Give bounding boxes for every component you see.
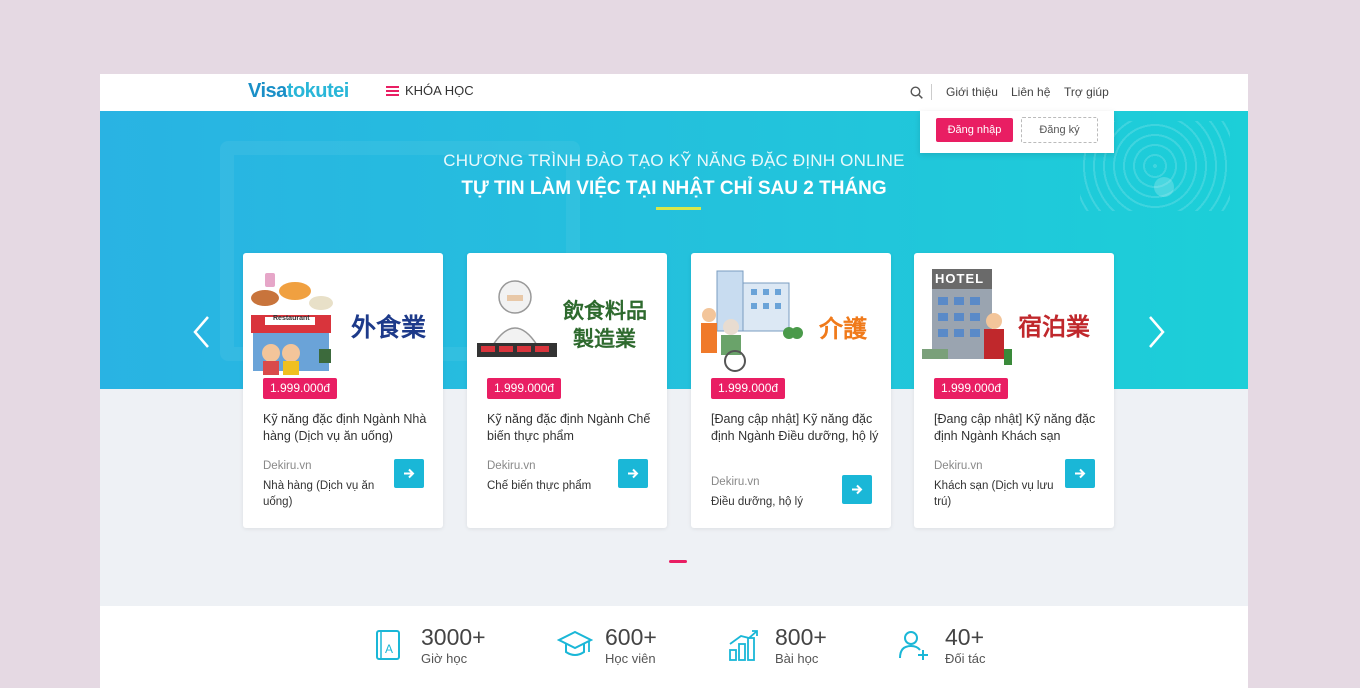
nav-about-link[interactable]: Giới thiệu <box>946 85 998 99</box>
card-image-text: 介護 <box>819 315 867 343</box>
nav-help-link[interactable]: Trợ giúp <box>1064 85 1109 99</box>
course-provider: Dekiru.vn <box>711 476 760 488</box>
auth-dropdown: Đăng nhập Đăng ký <box>920 111 1114 153</box>
course-category: Điều dưỡng, hộ lý <box>711 496 803 508</box>
course-card[interactable]: HOTEL 宿泊業 1.999.000đ [Đang cập nhật] Kỹ … <box>914 253 1114 528</box>
course-provider: Dekiru.vn <box>487 460 536 472</box>
card-image-text: 宿泊業 <box>1018 313 1090 341</box>
course-go-button[interactable] <box>394 459 424 488</box>
stat-label: Giờ học <box>421 651 468 666</box>
add-user-icon <box>899 631 928 660</box>
course-title[interactable]: [Đang cập nhật] Kỹ năng đặc định Ngành Đ… <box>711 411 879 445</box>
carousel-next-arrow[interactable] <box>1146 314 1166 350</box>
carousel-indicator-dot[interactable] <box>669 560 687 563</box>
course-go-button[interactable] <box>618 459 648 488</box>
course-card[interactable]: 介護 1.999.000đ [Đang cập nhật] Kỹ năng đặ… <box>691 253 891 528</box>
course-card[interactable]: 飲食料品 製造業 1.999.000đ Kỹ năng đặc định Ngà… <box>467 253 667 528</box>
courses-menu-label: KHÓA HỌC <box>405 83 474 98</box>
course-image-hotel: HOTEL 宿泊業 <box>914 253 1114 389</box>
carousel-prev-arrow[interactable] <box>192 314 212 350</box>
course-go-button[interactable] <box>1065 459 1095 488</box>
stat-value: 600+ <box>605 624 657 650</box>
card-image-text: 外食業 <box>351 313 427 342</box>
course-card[interactable]: 外食業 Restaurant 1.999.000đ Kỹ năng đặc đị… <box>243 253 443 528</box>
course-price: 1.999.000đ <box>711 378 786 399</box>
hero-underline <box>656 207 701 210</box>
card-image-text: 飲食料品 <box>563 299 647 323</box>
hero-title: TỰ TIN LÀM VIỆC TẠI NHẬT CHỈ SAU 2 THÁNG <box>461 178 887 199</box>
course-image-food-manufacturing: 飲食料品 製造業 <box>467 253 667 389</box>
course-category: Nhà hàng (Dịch vụ ăn uống) <box>263 480 375 508</box>
course-title[interactable]: Kỹ năng đặc định Ngành Nhà hàng (Dịch vụ… <box>263 411 431 445</box>
course-price: 1.999.000đ <box>487 378 562 399</box>
arrow-right-icon <box>1075 468 1086 479</box>
course-price: 1.999.000đ <box>934 378 1009 399</box>
courses-menu-button[interactable]: KHÓA HỌC <box>386 83 474 98</box>
nav-contact-link[interactable]: Liên hệ <box>1011 85 1050 99</box>
growth-chart-icon <box>729 630 758 661</box>
course-go-button[interactable] <box>842 475 872 504</box>
hotel-sign-text: HOTEL <box>935 271 985 286</box>
stat-value: 40+ <box>945 624 985 650</box>
stat-label: Bài học <box>775 651 819 666</box>
logo[interactable]: Visatokutei <box>248 80 349 103</box>
course-image-restaurant: 外食業 Restaurant <box>243 253 443 389</box>
course-price: 1.999.000đ <box>263 378 338 399</box>
search-icon[interactable] <box>910 86 923 99</box>
course-category: Chế biến thực phẩm <box>487 480 592 492</box>
card-image-text: 製造業 <box>573 327 636 351</box>
arrow-right-icon <box>852 484 863 495</box>
browser-page: CHƯƠNG TRÌNH ĐÀO TẠO KỸ NĂNG ĐẶC ĐỊNH ON… <box>100 74 1248 688</box>
site-header: Visatokutei KHÓA HỌC Giới thiệu Liên hệ … <box>100 74 1248 111</box>
stats-bar: A 3000+ Giờ học 600+ Học viên 800+ Bài h… <box>100 606 1248 688</box>
stat-value: 800+ <box>775 624 827 650</box>
stat-value: 3000+ <box>421 624 486 650</box>
svg-text:A: A <box>385 642 393 656</box>
register-button[interactable]: Đăng ký <box>1021 117 1098 143</box>
stat-label: Học viên <box>605 651 656 666</box>
course-title[interactable]: Kỹ năng đặc định Ngành Chế biến thực phẩ… <box>487 411 655 445</box>
graduation-cap-icon <box>557 630 593 656</box>
login-button[interactable]: Đăng nhập <box>936 118 1013 142</box>
menu-icon <box>386 85 399 96</box>
course-image-caregiving: 介護 <box>691 253 891 389</box>
course-provider: Dekiru.vn <box>934 460 983 472</box>
arrow-right-icon <box>628 468 639 479</box>
book-icon: A <box>376 630 400 660</box>
course-provider: Dekiru.vn <box>263 460 312 472</box>
arrow-right-icon <box>404 468 415 479</box>
stat-label: Đối tác <box>945 651 986 666</box>
hero-subtitle: CHƯƠNG TRÌNH ĐÀO TẠO KỸ NĂNG ĐẶC ĐỊNH ON… <box>443 151 905 170</box>
course-title[interactable]: [Đang cập nhật] Kỹ năng đặc định Ngành K… <box>934 411 1102 445</box>
course-category: Khách sạn (Dịch vụ lưu trú) <box>934 480 1054 508</box>
restaurant-sign-text: Restaurant <box>273 315 310 322</box>
